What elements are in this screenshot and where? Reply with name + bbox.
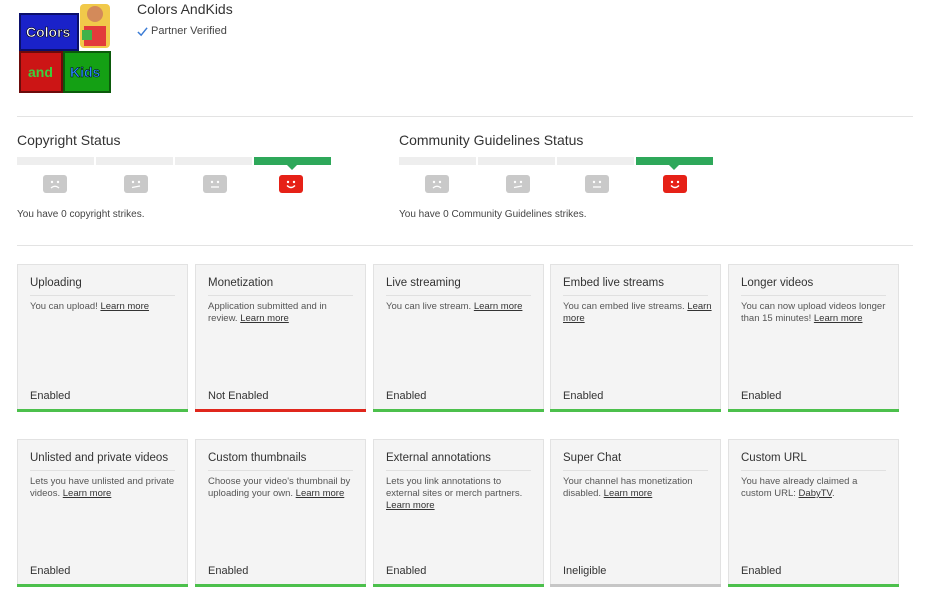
copyright-strike-bar	[17, 157, 331, 170]
strike-segment-active	[254, 157, 331, 170]
feature-card-custom-thumbnails: Custom thumbnails Choose your video's th…	[195, 439, 366, 587]
strike-segment	[557, 157, 634, 165]
feature-card-external-annotations: External annotations Lets you link annot…	[373, 439, 544, 587]
feature-card-super-chat: Super Chat Your channel has monetization…	[550, 439, 721, 587]
card-title: Custom thumbnails	[208, 452, 307, 464]
card-description-text: Lets you link annotations to external si…	[386, 476, 523, 499]
card-divider	[386, 295, 531, 296]
community-strike-bar	[399, 157, 713, 170]
card-description: You have already claimed a custom URL: D…	[741, 476, 890, 500]
card-title: Longer videos	[741, 277, 814, 289]
card-description-text: You can live stream.	[386, 301, 474, 312]
copyright-status-title: Copyright Status	[17, 132, 121, 148]
channel-logo: Colors and Kids	[18, 0, 114, 96]
divider	[17, 116, 913, 117]
community-strike-count: You have 0 Community Guidelines strikes.	[399, 209, 587, 220]
card-divider	[386, 470, 531, 471]
neutral-face-icon	[203, 175, 227, 193]
happy-face-icon	[663, 175, 687, 193]
divider	[17, 245, 913, 246]
community-status-title: Community Guidelines Status	[399, 132, 584, 148]
happy-face-icon	[279, 175, 303, 193]
strike-segment	[175, 157, 252, 165]
learn-more-link[interactable]: Learn more	[814, 313, 863, 324]
learn-more-link[interactable]: Learn more	[296, 488, 345, 499]
feature-card-unlisted-private-videos: Unlisted and private videos Lets you hav…	[17, 439, 188, 587]
copyright-strike-count: You have 0 copyright strikes.	[17, 209, 145, 220]
custom-url-link[interactable]: DabyTV	[799, 488, 832, 499]
card-title: Custom URL	[741, 452, 807, 464]
feature-card-uploading: Uploading You can upload! Learn more Ena…	[17, 264, 188, 412]
card-description: You can embed live streams. Learn more	[563, 301, 712, 325]
uneasy-face-icon	[506, 175, 530, 193]
card-title: External annotations	[386, 452, 491, 464]
sad-face-icon	[425, 175, 449, 193]
card-status: Enabled	[563, 390, 604, 402]
feature-card-custom-url: Custom URL You have already claimed a cu…	[728, 439, 899, 587]
feature-card-monetization: Monetization Application submitted and i…	[195, 264, 366, 412]
card-divider	[563, 470, 708, 471]
sad-face-icon	[43, 175, 67, 193]
card-description: You can now upload videos longer than 15…	[741, 301, 890, 325]
strike-segment	[478, 157, 555, 165]
card-divider	[30, 470, 175, 471]
card-description: Application submitted and in review. Lea…	[208, 301, 357, 325]
card-status: Enabled	[30, 390, 71, 402]
svg-text:and: and	[28, 64, 53, 80]
neutral-face-icon	[585, 175, 609, 193]
feature-card-live-streaming: Live streaming You can live stream. Lear…	[373, 264, 544, 412]
card-title: Live streaming	[386, 277, 461, 289]
strike-segment	[399, 157, 476, 165]
card-status: Enabled	[741, 390, 782, 402]
card-description: Your channel has monetization disabled. …	[563, 476, 712, 500]
card-description: Lets you link annotations to external si…	[386, 476, 535, 512]
strike-segment	[17, 157, 94, 165]
card-description: You can upload! Learn more	[30, 301, 179, 313]
card-divider	[208, 295, 353, 296]
channel-name: Colors AndKids	[137, 1, 233, 17]
svg-text:Colors: Colors	[26, 24, 71, 40]
card-divider	[30, 295, 175, 296]
card-status: Enabled	[30, 565, 71, 577]
svg-text:Kids: Kids	[70, 64, 101, 80]
card-divider	[741, 470, 886, 471]
card-divider	[563, 295, 708, 296]
card-description-suffix: .	[832, 488, 835, 499]
card-title: Monetization	[208, 277, 274, 289]
feature-card-longer-videos: Longer videos You can now upload videos …	[728, 264, 899, 412]
learn-more-link[interactable]: Learn more	[604, 488, 653, 499]
card-status: Enabled	[386, 565, 427, 577]
card-title: Embed live streams	[563, 277, 664, 289]
copyright-status: Copyright Status You have 0 copyright st…	[17, 132, 337, 220]
learn-more-link[interactable]: Learn more	[100, 301, 149, 312]
card-status: Enabled	[208, 565, 249, 577]
card-description-text: You can embed live streams.	[563, 301, 688, 312]
card-status: Enabled	[741, 565, 782, 577]
learn-more-link[interactable]: Learn more	[474, 301, 523, 312]
partner-verified: Partner Verified	[137, 25, 227, 37]
uneasy-face-icon	[124, 175, 148, 193]
strike-segment	[96, 157, 173, 165]
card-description: Choose your video's thumbnail by uploadi…	[208, 476, 357, 500]
card-title: Unlisted and private videos	[30, 452, 169, 464]
card-status: Enabled	[386, 390, 427, 402]
partner-verified-label: Partner Verified	[151, 25, 227, 37]
checkmark-icon	[137, 26, 148, 36]
card-description: You can live stream. Learn more	[386, 301, 535, 313]
channel-logo-image: Colors and Kids	[19, 4, 111, 93]
card-title: Uploading	[30, 277, 82, 289]
learn-more-link[interactable]: Learn more	[240, 313, 289, 324]
card-status: Ineligible	[563, 565, 607, 577]
card-divider	[741, 295, 886, 296]
learn-more-link[interactable]: Learn more	[386, 500, 435, 511]
card-description-text: You can upload!	[30, 301, 101, 312]
card-status: Not Enabled	[208, 390, 269, 402]
strike-segment-active	[636, 157, 713, 170]
card-description: Lets you have unlisted and private video…	[30, 476, 179, 500]
learn-more-link[interactable]: Learn more	[63, 488, 112, 499]
card-title: Super Chat	[563, 452, 622, 464]
feature-card-embed-live-streams: Embed live streams You can embed live st…	[550, 264, 721, 412]
community-guidelines-status: Community Guidelines Status You have 0 C…	[399, 132, 719, 220]
card-divider	[208, 470, 353, 471]
